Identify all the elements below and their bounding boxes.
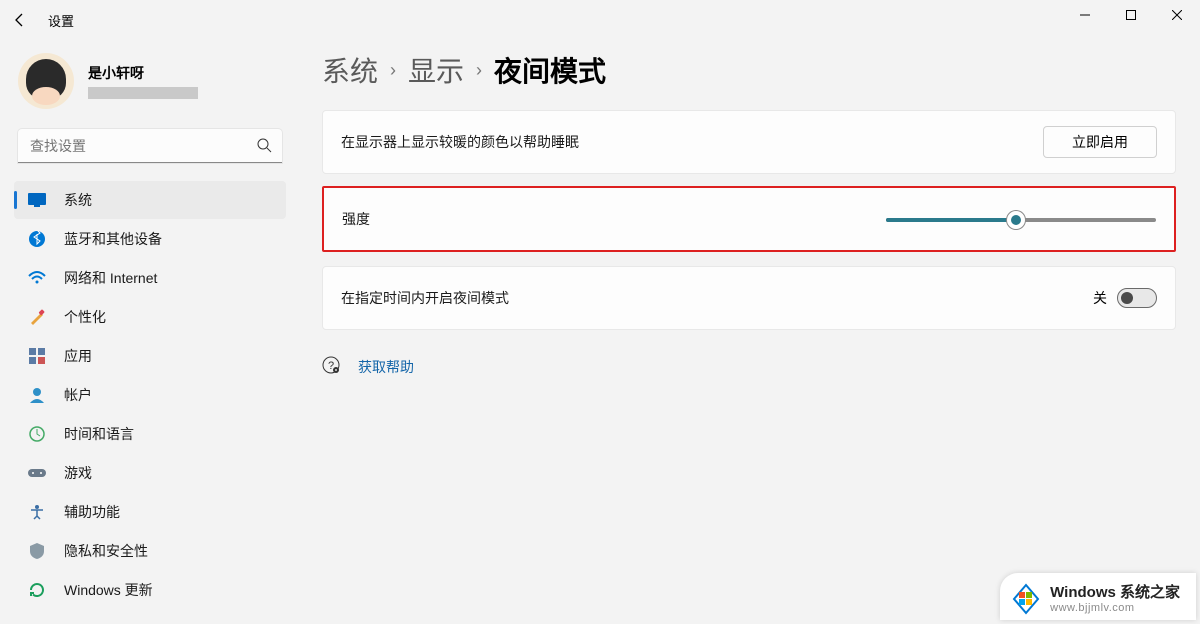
apps-icon (28, 347, 46, 365)
profile-card[interactable]: 是小轩呀 (10, 45, 290, 129)
nav-item-accounts[interactable]: 帐户 (14, 376, 286, 414)
toggle-state-label: 关 (1093, 288, 1107, 308)
nav-label: 应用 (64, 346, 92, 366)
main-content: 系统 › 显示 › 夜间模式 在显示器上显示较暖的颜色以帮助睡眠 立即启用 强度… (322, 50, 1176, 377)
breadcrumb-current: 夜间模式 (494, 50, 606, 90)
row-label: 强度 (342, 209, 370, 229)
search-icon (256, 137, 272, 158)
schedule-toggle[interactable] (1117, 288, 1157, 308)
arrow-left-icon (12, 12, 28, 28)
shield-icon (28, 542, 46, 560)
nav-label: 时间和语言 (64, 424, 134, 444)
nav-item-system[interactable]: 系统 (14, 181, 286, 219)
strength-slider[interactable] (886, 209, 1156, 229)
maximize-icon (1126, 10, 1136, 20)
chevron-right-icon: › (390, 60, 396, 81)
nav-list: 系统 蓝牙和其他设备 网络和 Internet 个性化 应用 帐户 时间和语言 (10, 181, 290, 609)
gamepad-icon (28, 464, 46, 482)
breadcrumb-display[interactable]: 显示 (408, 50, 464, 90)
profile-email-redacted (88, 87, 198, 99)
nav-label: 蓝牙和其他设备 (64, 229, 162, 249)
strength-slider-wrap (886, 209, 1156, 229)
nav-item-update[interactable]: Windows 更新 (14, 571, 286, 609)
nav-item-gaming[interactable]: 游戏 (14, 454, 286, 492)
nav-item-apps[interactable]: 应用 (14, 337, 286, 375)
slider-thumb[interactable] (1007, 211, 1025, 229)
avatar (18, 53, 74, 109)
breadcrumb-system[interactable]: 系统 (322, 50, 378, 90)
search-input[interactable] (18, 129, 282, 163)
windows-logo-icon (1010, 583, 1042, 615)
nav-label: 个性化 (64, 307, 106, 327)
help-row: ? 获取帮助 (322, 356, 1176, 377)
search-box (18, 129, 282, 163)
watermark-sub: www.bjjmlv.com (1050, 602, 1180, 614)
get-help-link[interactable]: 获取帮助 (358, 357, 414, 377)
profile-info: 是小轩呀 (88, 63, 198, 99)
watermark-title: Windows 系统之家 (1050, 581, 1180, 602)
breadcrumb: 系统 › 显示 › 夜间模式 (322, 50, 1176, 90)
close-icon (1172, 10, 1182, 20)
update-icon (28, 581, 46, 599)
close-button[interactable] (1154, 0, 1200, 30)
app-title: 设置 (48, 11, 74, 30)
title-bar: 设置 (0, 0, 1200, 40)
row-label: 在显示器上显示较暖的颜色以帮助睡眠 (341, 132, 579, 152)
nav-item-time-language[interactable]: 时间和语言 (14, 415, 286, 453)
system-icon (28, 191, 46, 209)
nav-label: 隐私和安全性 (64, 541, 148, 561)
watermark: Windows 系统之家 www.bjjmlv.com (1000, 573, 1196, 620)
nav-label: 网络和 Internet (64, 268, 157, 288)
card-schedule: 在指定时间内开启夜间模式 关 (322, 266, 1176, 330)
back-button[interactable] (0, 0, 40, 40)
clock-globe-icon (28, 425, 46, 443)
slider-fill (886, 218, 1016, 222)
card-strength: 强度 (322, 186, 1176, 252)
profile-name: 是小轩呀 (88, 63, 198, 83)
nav-label: Windows 更新 (64, 580, 153, 600)
nav-item-accessibility[interactable]: 辅助功能 (14, 493, 286, 531)
nav-item-bluetooth[interactable]: 蓝牙和其他设备 (14, 220, 286, 258)
help-icon: ? (322, 356, 340, 377)
nav-label: 系统 (64, 190, 92, 210)
window-controls (1062, 0, 1200, 30)
toggle-knob (1121, 292, 1133, 304)
turn-on-now-button[interactable]: 立即启用 (1043, 126, 1157, 158)
nav-label: 辅助功能 (64, 502, 120, 522)
row-label: 在指定时间内开启夜间模式 (341, 288, 509, 308)
person-icon (28, 386, 46, 404)
nav-item-personalization[interactable]: 个性化 (14, 298, 286, 336)
minimize-icon (1080, 10, 1090, 20)
nav-label: 帐户 (64, 385, 92, 405)
minimize-button[interactable] (1062, 0, 1108, 30)
brush-icon (28, 308, 46, 326)
bluetooth-icon (28, 230, 46, 248)
sidebar: 是小轩呀 系统 蓝牙和其他设备 网络和 Internet 个性化 应用 (10, 45, 290, 610)
nav-item-privacy[interactable]: 隐私和安全性 (14, 532, 286, 570)
chevron-right-icon: › (476, 60, 482, 81)
nav-label: 游戏 (64, 463, 92, 483)
nav-item-network[interactable]: 网络和 Internet (14, 259, 286, 297)
accessibility-icon (28, 503, 46, 521)
maximize-button[interactable] (1108, 0, 1154, 30)
card-turn-on-now: 在显示器上显示较暖的颜色以帮助睡眠 立即启用 (322, 110, 1176, 174)
wifi-icon (28, 269, 46, 287)
